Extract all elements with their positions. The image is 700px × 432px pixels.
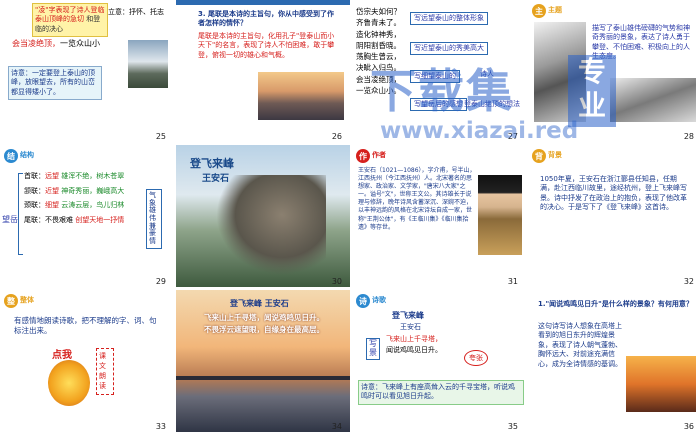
ink-painting-image-2 xyxy=(610,78,696,122)
slide-35[interactable]: 诗 诗歌 登飞来峰 王安石 飞来山上千寻塔， 闻说鸡鸣见日升。 写景 夸张 诗意… xyxy=(352,290,526,432)
slide-number: 29 xyxy=(155,277,166,286)
s25-e: 矮小了。 xyxy=(32,87,60,96)
s34-title: 登飞来峰 王安石 xyxy=(230,299,289,308)
s31-text: 王安石（1021—1086），字介甫，号半山，江西抚州（今江西抚州）人。北宋著名… xyxy=(358,167,476,231)
slide-25[interactable]: "凌"字表现了诗人登临泰山顶峰的急切 和登临的决心 立意：抒怀、托志 会当凌绝顶… xyxy=(0,0,174,142)
slide-number: 28 xyxy=(683,132,694,141)
s29-r1a: 首联： xyxy=(24,172,45,180)
watermark-badge: 专业 xyxy=(568,55,616,127)
s25-a: 立意： xyxy=(108,8,129,16)
poem-line: 飞来山上千寻塔，闻说鸡鸣见日升。 xyxy=(204,313,324,322)
slide-29[interactable]: 结 结构 望岳 首联：远望 雄浑不绝，树木苍翠 颔联：近望 神奇秀丽，巍峨高大 … xyxy=(0,145,174,287)
slide-number: 31 xyxy=(507,277,518,286)
s26-answer: 尾联是本诗的主旨句，化用孔子"登泰山而小天下"的名言，表现了诗人不怕困难，敢于攀… xyxy=(198,32,335,59)
side-char: 读 xyxy=(99,382,106,391)
flower-image xyxy=(48,360,90,406)
s32-tag: 背景 xyxy=(548,151,562,160)
pavilion-sunset-image xyxy=(626,356,696,412)
s25-d: 一览众山小 xyxy=(60,39,100,48)
s29-r3c: 云涛云层，鸟儿归林 xyxy=(61,201,125,210)
s29-left: 望岳 xyxy=(2,215,18,224)
s29-r4a: 尾联： xyxy=(24,216,45,225)
slide-26[interactable]: 3. 尾联是本诗的主旨句，你从中感受到了作者怎样的情怀？ 尾联是本诗的主旨句，化… xyxy=(176,0,350,142)
poem-line: 阴阳割昏晓。 xyxy=(356,40,401,50)
s35-p1: 登飞来峰 xyxy=(392,311,424,320)
slide-number: 34 xyxy=(331,422,342,431)
s29-r1b: 远望 xyxy=(45,172,59,180)
s35-label: 写景 xyxy=(366,338,380,360)
s33-text: 有感情地朗读诗歌，把不理解的字、词、句标注出来。 xyxy=(14,316,157,336)
slide-number: 26 xyxy=(331,132,342,141)
s32-text: 1050年夏，王安石在浙江鄞县任知县，任期满，赴江西临川故里，途经杭州，登上飞来… xyxy=(540,175,687,212)
s25-b: 抒怀、托志 xyxy=(129,8,164,16)
slide-33[interactable]: 整 整体 有感情地朗读诗歌，把不理解的字、词、句标注出来。 点我 课 文 朗 读… xyxy=(0,290,174,432)
s28-tag: 主题 xyxy=(548,6,562,15)
s29-r4b: 不畏艰难 xyxy=(45,216,73,225)
overall-icon: 整 xyxy=(4,294,18,308)
side-char: 文 xyxy=(99,362,106,371)
s35-p2: 王安石 xyxy=(400,323,421,331)
slide-number: 30 xyxy=(331,277,342,286)
slide-31[interactable]: 作 作者 王安石（1021—1086），字介甫，号半山，江西抚州（今江西抚州）人… xyxy=(352,145,526,287)
s35-tag: 诗歌 xyxy=(372,296,386,305)
poem-line: 齐鲁青未了。 xyxy=(356,18,401,28)
slide-number: 35 xyxy=(507,422,518,431)
bridge-image xyxy=(176,376,350,380)
mountain-image xyxy=(128,40,168,88)
poem-line: 不畏浮云遮望眼，自缘身在最高层。 xyxy=(204,325,324,334)
s36-answer: 这句诗写诗人想象在高塔上看到的旭日东升的辉煌景象，表现了诗人朝气蓬勃、胸怀远大、… xyxy=(538,322,622,368)
s29-right: 气象雄伟兼豪情 xyxy=(146,189,162,249)
background-icon: 背 xyxy=(532,149,546,163)
s31-tag: 作者 xyxy=(372,151,386,160)
s27-box1: 写远望泰山的整体形象 xyxy=(410,12,488,26)
slide-number: 36 xyxy=(683,422,694,431)
s29-r4c: 创望天地一抒情 xyxy=(75,216,125,225)
poem-line: 岱宗夫如何？ xyxy=(356,7,401,16)
s29-r1c: 雄浑不绝，树木苍翠 xyxy=(61,172,125,180)
s30-title: 登飞来峰 xyxy=(190,157,234,170)
poem-icon: 诗 xyxy=(356,294,370,308)
s33-tag: 整体 xyxy=(20,296,34,305)
slide-number: 33 xyxy=(155,422,166,431)
s35-p3: 飞来山上千寻塔， xyxy=(386,335,442,343)
slide-36[interactable]: 1."闻说鸡鸣见日升"是什么样的景象？有何用意？ 这句诗写诗人想象在高塔上看到的… xyxy=(528,290,700,432)
s29-tag: 结构 xyxy=(20,151,34,160)
s35-p4: 闻说鸡鸣见日升。 xyxy=(386,346,442,355)
peak-image xyxy=(216,175,326,275)
s25-c: 会当凌绝顶， xyxy=(12,39,60,48)
watermark-url: www.xiazai.red xyxy=(380,118,579,144)
portrait-image xyxy=(478,175,522,255)
watermark-text: 下载集 xyxy=(370,64,514,118)
topic-icon: 主 xyxy=(532,4,546,18)
slide-number: 32 xyxy=(683,277,694,286)
s27-box2: 写近望泰山的秀美高大 xyxy=(410,42,488,56)
s26-question: 3. 尾联是本诗的主旨句，你从中感受到了作者怎样的情怀？ xyxy=(198,10,334,28)
s29-r3b: 细望 xyxy=(45,201,59,210)
s29-r2c: 神奇秀丽，巍峨高大 xyxy=(61,186,125,195)
slide-30[interactable]: 登飞来峰 王安石 30 xyxy=(176,145,350,287)
s29-r2b: 近望 xyxy=(45,186,59,195)
slide-number: 25 xyxy=(155,132,166,141)
s29-r3a: 颈联： xyxy=(24,201,45,210)
s35-note: 诗意：飞来峰上有座高耸入云的千寻宝塔，听说鸡鸣时可以看见旭日升起。 xyxy=(358,380,524,405)
side-char: 朗 xyxy=(99,372,106,381)
poem-line: 造化钟神秀， xyxy=(356,29,401,39)
side-char: 课 xyxy=(99,352,106,360)
author-icon: 作 xyxy=(356,149,370,163)
s33-side: 课 文 朗 读 xyxy=(96,348,114,395)
s36-question: 1."闻说鸡鸣见日升"是什么样的景象？有何用意？ xyxy=(538,300,693,308)
sunset-mountain-image xyxy=(258,72,344,120)
s29-r2a: 颔联： xyxy=(24,186,45,195)
s33-stamp: 点我 xyxy=(52,350,72,361)
structure-icon: 结 xyxy=(4,149,18,163)
slide-32[interactable]: 背 背景 1050年夏，王安石在浙江鄞县任知县，任期满，赴江西临川故里，途经杭州… xyxy=(528,145,700,287)
slide-34[interactable]: 登飞来峰 王安石 飞来山上千寻塔，闻说鸡鸣见日升。 不畏浮云遮望眼，自缘身在最高… xyxy=(176,290,350,432)
s35-label2: 夸张 xyxy=(464,350,488,366)
